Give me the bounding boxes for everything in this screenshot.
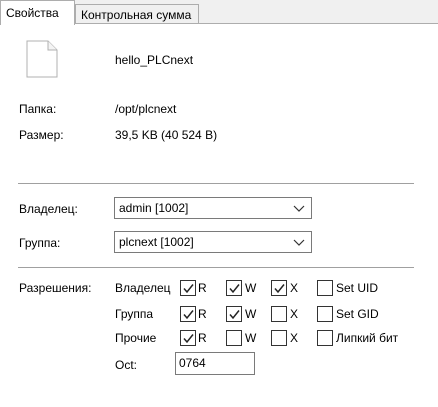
set-gid-checkbox[interactable] bbox=[317, 306, 333, 322]
owner-label: Владелец: bbox=[19, 202, 78, 216]
checkmark-icon bbox=[229, 310, 240, 320]
write-label: W bbox=[245, 331, 257, 345]
size-label: Размер: bbox=[19, 128, 64, 142]
owner-write-checkbox[interactable] bbox=[226, 280, 242, 296]
checkmark-icon bbox=[183, 284, 194, 294]
folder-value: /opt/plcnext bbox=[115, 102, 177, 116]
octal-input[interactable]: 0764 bbox=[175, 352, 255, 375]
tab-checksum-label: Контрольная сумма bbox=[81, 8, 192, 22]
tab-bar: Свойства Контрольная сумма bbox=[0, 0, 438, 25]
checkmark-icon bbox=[183, 334, 194, 344]
owner-exec-checkbox[interactable] bbox=[271, 280, 287, 296]
properties-panel: hello_PLCnext Папка: /opt/plcnext Размер… bbox=[0, 23, 438, 407]
write-label: W bbox=[245, 281, 257, 295]
separator bbox=[18, 267, 414, 268]
chevron-down-icon bbox=[293, 239, 305, 246]
exec-label: X bbox=[290, 281, 299, 295]
folder-label: Папка: bbox=[19, 102, 57, 116]
tab-checksum[interactable]: Контрольная сумма bbox=[75, 4, 199, 24]
owner-select[interactable]: admin [1002] bbox=[114, 197, 312, 219]
others-read-checkbox[interactable] bbox=[180, 330, 196, 346]
owner-read-checkbox[interactable] bbox=[180, 280, 196, 296]
size-value: 39,5 KB (40 524 B) bbox=[115, 128, 218, 142]
file-icon bbox=[26, 40, 58, 78]
set-uid-checkbox[interactable] bbox=[317, 280, 333, 296]
checkmark-icon bbox=[229, 284, 240, 294]
read-label: R bbox=[198, 281, 207, 295]
file-name: hello_PLCnext bbox=[115, 53, 194, 67]
perm-row-others-label: Прочие bbox=[115, 331, 157, 345]
group-exec-checkbox[interactable] bbox=[271, 306, 287, 322]
checkmark-icon bbox=[274, 284, 285, 294]
others-write-checkbox[interactable] bbox=[226, 330, 242, 346]
tab-properties[interactable]: Свойства bbox=[0, 0, 75, 25]
perm-row-group-label: Группа bbox=[115, 307, 154, 321]
group-write-checkbox[interactable] bbox=[226, 306, 242, 322]
write-label: W bbox=[245, 307, 257, 321]
set-uid-label: Set UID bbox=[336, 281, 379, 295]
tab-properties-label: Свойства bbox=[6, 6, 59, 20]
read-label: R bbox=[198, 331, 207, 345]
perm-row-owner-label: Владелец bbox=[115, 281, 171, 295]
octal-value: 0764 bbox=[179, 356, 206, 370]
group-select-value: plcnext [1002] bbox=[119, 235, 194, 249]
octal-label: Oct: bbox=[115, 358, 138, 372]
group-select[interactable]: plcnext [1002] bbox=[114, 231, 312, 253]
exec-label: X bbox=[290, 307, 299, 321]
group-label: Группа: bbox=[19, 236, 61, 250]
read-label: R bbox=[198, 307, 207, 321]
sticky-bit-label: Липкий бит bbox=[336, 331, 399, 345]
others-exec-checkbox[interactable] bbox=[271, 330, 287, 346]
permissions-label: Разрешения: bbox=[19, 281, 92, 295]
group-read-checkbox[interactable] bbox=[180, 306, 196, 322]
sticky-bit-checkbox[interactable] bbox=[317, 330, 333, 346]
owner-select-value: admin [1002] bbox=[119, 201, 189, 215]
exec-label: X bbox=[290, 331, 299, 345]
checkmark-icon bbox=[183, 310, 194, 320]
set-gid-label: Set GID bbox=[336, 307, 379, 321]
chevron-down-icon bbox=[293, 205, 305, 212]
separator bbox=[18, 183, 414, 184]
